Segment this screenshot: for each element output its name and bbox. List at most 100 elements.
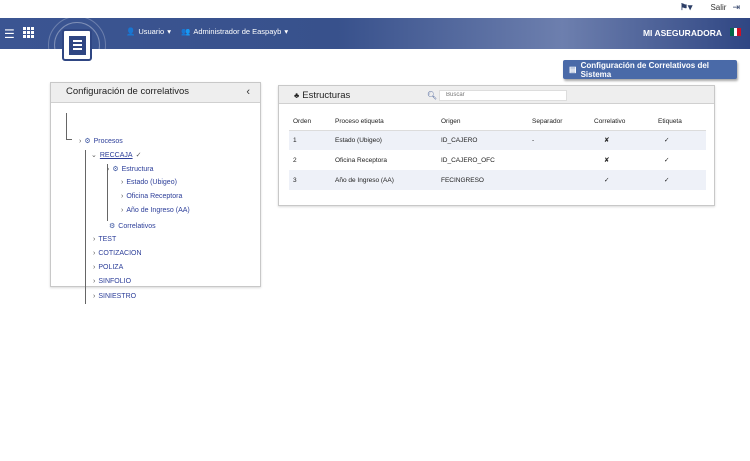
- chevron-right-icon: ›: [93, 236, 96, 243]
- document-icon: ▤: [569, 65, 577, 74]
- correlatives-config-panel: Configuración de correlativos ‹ › ⚙ Proc…: [50, 82, 261, 304]
- chevron-down-icon: ⌄: [91, 152, 97, 159]
- structures-table: Orden Proceso etiqueta Origen Separador …: [289, 114, 706, 190]
- gears-icon: ⚙: [109, 223, 116, 230]
- tree-label: Estructura: [121, 165, 154, 173]
- gears-icon: ⚙: [84, 138, 91, 145]
- table-cell: Estado (Ubigeo): [331, 130, 437, 150]
- column-header[interactable]: Etiqueta: [654, 114, 706, 131]
- tree-label: Procesos: [93, 137, 123, 145]
- apps-grid-icon[interactable]: [23, 27, 34, 38]
- table-header-row: Orden Proceso etiqueta Origen Separador …: [289, 114, 706, 131]
- hamburger-menu-icon[interactable]: ☰: [4, 28, 15, 40]
- column-header[interactable]: Proceso etiqueta: [331, 114, 437, 131]
- column-header[interactable]: Origen: [437, 114, 528, 131]
- panel-header: ♣ Estructuras 🔍︎: [279, 86, 714, 104]
- user-menu-label: Usuario: [138, 27, 165, 36]
- top-tools: ⚑▾ Salir ⇥: [680, 2, 740, 13]
- tree-label: Oficina Receptora: [126, 193, 183, 200]
- table-row[interactable]: 3 Año de Ingreso (AA) FECINGRESO ✓ ✓: [289, 170, 706, 190]
- table-row[interactable]: 1 Estado (Ubigeo) ID_CAJERO - ✘ ✓: [289, 130, 706, 150]
- top-utility-bar: ⚑▾ Salir ⇥: [0, 0, 750, 18]
- search-icon[interactable]: 🔍︎: [425, 91, 439, 100]
- system-correlatives-button[interactable]: ▤ Configuración de Correlativos del Sist…: [563, 60, 737, 79]
- user-icon: 👤: [126, 27, 136, 36]
- table-cell: ✓: [654, 130, 706, 150]
- tree-label: Año de Ingreso (AA): [126, 207, 190, 214]
- chevron-right-icon: ›: [93, 264, 96, 271]
- gears-icon: ⚙: [112, 166, 119, 173]
- chevron-right-icon: ›: [121, 179, 124, 186]
- tree-item-reccaja[interactable]: ⌄ RECCAJA ✓: [91, 151, 142, 160]
- table-cell: FECINGRESO: [437, 170, 528, 190]
- system-correlatives-label: Configuración de Correlativos del Sistem…: [580, 60, 710, 79]
- help-flag-icon[interactable]: ⚑▾: [680, 2, 693, 13]
- tree-label: SINFOLIO: [98, 278, 132, 285]
- company-name: MI ASEGURADORA: [642, 28, 722, 38]
- user-menu[interactable]: 👤 Usuario ▾: [126, 27, 171, 36]
- structures-title: ♣ Estructuras: [294, 90, 350, 101]
- chevron-down-icon: ▾: [284, 27, 289, 36]
- main-navbar: ☰ 👤 Usuario ▾ 👥 Administrador de Easpayb…: [0, 16, 750, 74]
- tree-item-anio[interactable]: › Año de Ingreso (AA): [121, 207, 190, 214]
- tree-label: POLIZA: [98, 264, 124, 271]
- chevron-down-icon: ▾: [167, 27, 171, 36]
- tree-item-poliza[interactable]: › POLIZA: [93, 264, 123, 271]
- table-cell: ✓: [664, 157, 670, 164]
- mexico-flag-icon[interactable]: [730, 28, 742, 36]
- table-cell: 3: [289, 170, 331, 190]
- panel-header: Configuración de correlativos ‹: [51, 83, 260, 103]
- table-cell: 2: [293, 156, 297, 164]
- table-cell: ✘: [604, 157, 610, 164]
- salir-link[interactable]: Salir: [710, 3, 726, 12]
- table-cell: [528, 170, 590, 190]
- tree-item-procesos[interactable]: › ⚙ Procesos: [79, 137, 123, 146]
- tree-item-test[interactable]: › TEST: [93, 236, 116, 243]
- tree-label: COTIZACION: [98, 250, 142, 257]
- admin-menu[interactable]: 👥 Administrador de Easpayb ▾: [181, 27, 288, 36]
- tree-label: Correlativos: [118, 222, 156, 230]
- table-cell: Año de Ingreso (AA): [331, 170, 437, 190]
- column-header[interactable]: Separador: [528, 114, 590, 131]
- tree-item-oficina[interactable]: › Oficina Receptora: [121, 193, 182, 200]
- users-group-icon: 👥: [181, 27, 191, 36]
- table-cell: ✘: [590, 130, 654, 150]
- table-cell: ✓: [654, 170, 706, 190]
- table-cell: ID_CAJERO_OFC: [441, 156, 495, 164]
- table-cell: Oficina Receptora: [335, 156, 388, 164]
- chevron-right-icon: ›: [121, 207, 124, 214]
- panel-title: Configuración de correlativos: [66, 86, 190, 97]
- table-cell: 1: [289, 130, 331, 150]
- table-cell: -: [528, 130, 590, 150]
- app-logo-icon[interactable]: [62, 29, 92, 61]
- tree-label: SINIESTRO: [98, 293, 137, 300]
- table-row[interactable]: 2 Oficina Receptora ID_CAJERO_OFC ✘ ✓: [289, 150, 706, 170]
- tree-label: TEST: [98, 236, 117, 243]
- tree-item-cotizacion[interactable]: › COTIZACION: [93, 250, 142, 257]
- chevron-right-icon: ›: [93, 250, 96, 257]
- collapse-chevron-icon[interactable]: ‹: [246, 86, 250, 98]
- column-header[interactable]: Correlativo: [590, 114, 654, 131]
- table-cell: ✓: [590, 170, 654, 190]
- sitemap-icon: ♣: [294, 91, 300, 100]
- table-cell: ID_CAJERO: [437, 130, 528, 150]
- check-icon: ✓: [135, 152, 142, 159]
- tree-item-siniestro[interactable]: › SINIESTRO: [93, 293, 136, 300]
- chevron-right-icon: ›: [79, 137, 82, 145]
- tree-item-correlativos[interactable]: ⚙ Correlativos: [109, 222, 156, 231]
- chevron-right-icon: ›: [121, 193, 124, 200]
- tree-item-estado[interactable]: › Estado (Ubigeo): [121, 179, 177, 186]
- tree-item-sinfolio[interactable]: › SINFOLIO: [93, 278, 131, 285]
- admin-menu-label: Administrador de Easpayb: [193, 27, 282, 36]
- table-cell: [528, 150, 590, 170]
- logout-icon[interactable]: ⇥: [732, 2, 740, 13]
- structures-panel: ♣ Estructuras 🔍︎ Orden Proceso etiqueta …: [278, 85, 715, 206]
- search-box: 🔍︎: [425, 89, 571, 101]
- chevron-right-icon: ›: [107, 165, 110, 173]
- column-header[interactable]: Orden: [289, 114, 331, 131]
- tree-label: Estado (Ubigeo): [126, 179, 177, 186]
- tree-label: RECCAJA: [99, 151, 133, 159]
- tree-item-estructura[interactable]: › ⚙ Estructura: [107, 165, 154, 174]
- search-input[interactable]: [439, 89, 567, 101]
- chevron-right-icon: ›: [93, 293, 96, 300]
